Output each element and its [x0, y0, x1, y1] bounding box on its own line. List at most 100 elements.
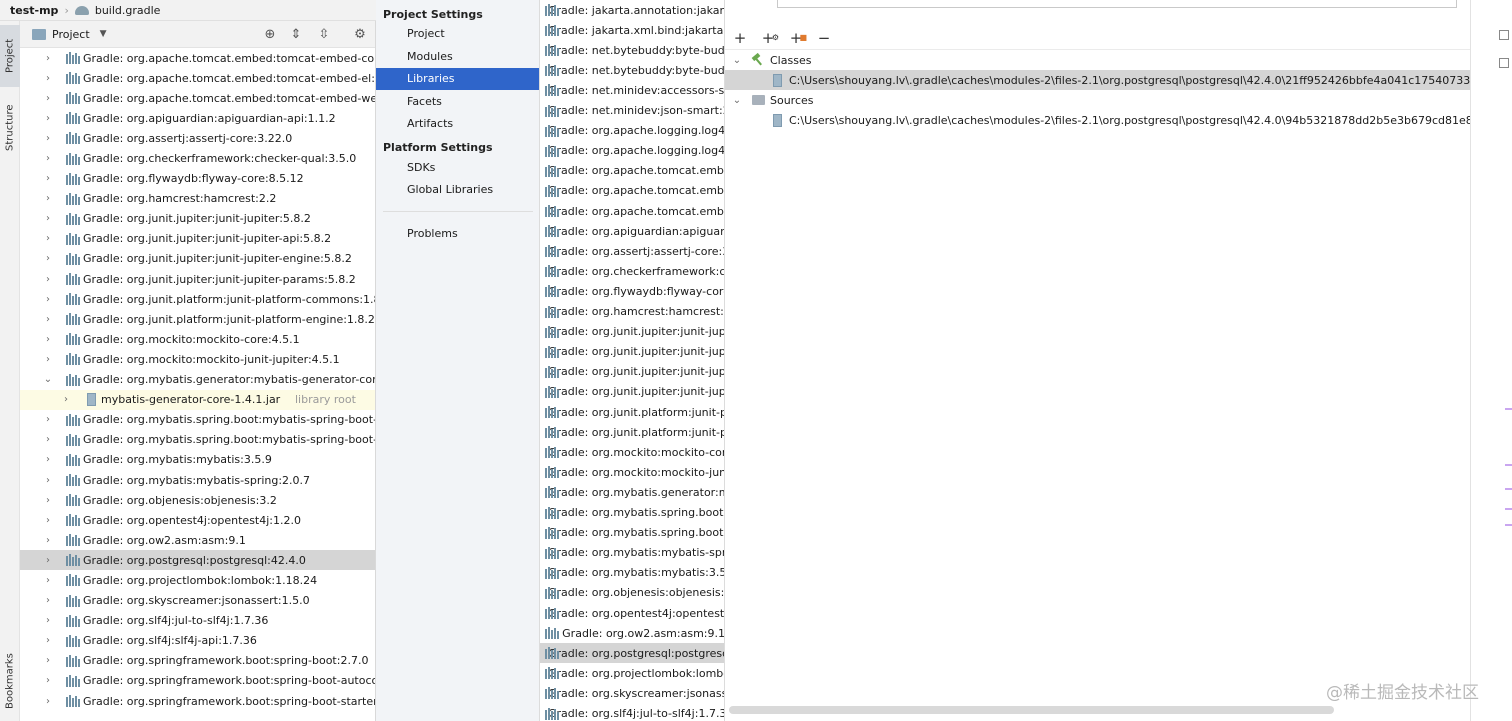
chevron-right-icon[interactable]: ›: [42, 334, 54, 345]
nav-sdks[interactable]: SDKs: [376, 157, 539, 179]
chevron-down-icon[interactable]: ⌄: [731, 95, 743, 106]
library-item[interactable]: Gradle: org.apache.tomcat.embed: [540, 161, 724, 181]
tree-row[interactable]: › Gradle: org.junit.jupiter:junit-jupiter…: [20, 269, 375, 289]
chevron-right-icon[interactable]: ›: [42, 595, 54, 606]
gear-icon[interactable]: ⚙: [352, 27, 368, 43]
chevron-right-icon[interactable]: ›: [42, 696, 54, 707]
chevron-down-icon[interactable]: ⌄: [42, 374, 54, 385]
tree-row[interactable]: › Gradle: org.opentest4j:opentest4j:1.2.0: [20, 510, 375, 530]
chevron-right-icon[interactable]: ›: [42, 515, 54, 526]
tree-row[interactable]: › Gradle: org.junit.jupiter:junit-jupiter…: [20, 209, 375, 229]
library-item[interactable]: Gradle: org.slf4j:jul-to-slf4j:1.7.36: [540, 704, 724, 721]
library-item[interactable]: Gradle: org.junit.jupiter:junit-jupit: [540, 342, 724, 362]
chevron-right-icon[interactable]: ›: [42, 233, 54, 244]
library-item[interactable]: Gradle: org.hamcrest:hamcrest:2.: [540, 302, 724, 322]
tree-row[interactable]: › Gradle: org.slf4j:jul-to-slf4j:1.7.36: [20, 611, 375, 631]
tree-row[interactable]: ⌄ Gradle: org.mybatis.generator:mybatis-g…: [20, 370, 375, 390]
square-icon[interactable]: [1499, 58, 1509, 68]
tree-row[interactable]: › Gradle: org.mybatis.spring.boot:mybatis…: [20, 410, 375, 430]
locate-icon[interactable]: ⊕: [262, 27, 278, 43]
classes-path-row[interactable]: C:\Users\shouyang.lv\.gradle\caches\modu…: [725, 70, 1512, 90]
chevron-right-icon[interactable]: ›: [42, 253, 54, 264]
library-item[interactable]: Gradle: org.mockito:mockito-core: [540, 442, 724, 462]
sources-path-row[interactable]: C:\Users\shouyang.lv\.gradle\caches\modu…: [725, 110, 1512, 130]
tree-row[interactable]: › Gradle: org.ow2.asm:asm:9.1: [20, 530, 375, 550]
tool-tab-structure[interactable]: Structure: [0, 97, 20, 159]
square-icon[interactable]: [1499, 30, 1509, 40]
tree-row[interactable]: › Gradle: org.projectlombok:lombok:1.18.2…: [20, 570, 375, 590]
library-item[interactable]: Gradle: org.junit.platform:junit-pl: [540, 402, 724, 422]
tree-row[interactable]: › Gradle: org.checkerframework:checker-qu…: [20, 148, 375, 168]
nav-facets[interactable]: Facets: [376, 91, 539, 113]
library-item[interactable]: Gradle: org.apache.logging.log4j:l: [540, 141, 724, 161]
library-item[interactable]: Gradle: org.apache.tomcat.embed: [540, 201, 724, 221]
library-item[interactable]: Gradle: org.objenesis:objenesis:3.: [540, 583, 724, 603]
tree-row[interactable]: › Gradle: org.postgresql:postgresql:42.4.…: [20, 550, 375, 571]
chevron-right-icon[interactable]: ›: [42, 675, 54, 686]
tree-row[interactable]: › Gradle: org.mockito:mockito-core:4.5.1: [20, 329, 375, 349]
chevron-right-icon[interactable]: ›: [42, 113, 54, 124]
chevron-right-icon[interactable]: ›: [42, 555, 54, 566]
tree-row[interactable]: › Gradle: org.junit.jupiter:junit-jupiter…: [20, 229, 375, 249]
chevron-right-icon[interactable]: ›: [42, 495, 54, 506]
project-view-selector[interactable]: Project: [52, 28, 90, 41]
library-item[interactable]: Gradle: org.mybatis:mybatis:3.5.9: [540, 563, 724, 583]
expand-all-icon[interactable]: ⇕: [288, 27, 304, 43]
library-item[interactable]: Gradle: org.flywaydb:flyway-core:: [540, 281, 724, 301]
library-item[interactable]: Gradle: jakarta.xml.bind:jakarta.xn: [540, 20, 724, 40]
chevron-right-icon[interactable]: ›: [42, 73, 54, 84]
library-item[interactable]: Gradle: org.mybatis.spring.boot:n: [540, 523, 724, 543]
tool-tab-project[interactable]: Project: [0, 25, 20, 87]
chevron-right-icon[interactable]: ›: [42, 274, 54, 285]
tool-tab-bookmarks[interactable]: Bookmarks: [0, 641, 20, 721]
library-item[interactable]: Gradle: org.projectlombok:lombo: [540, 663, 724, 683]
library-item[interactable]: Gradle: net.minidev:json-smart:2.: [540, 101, 724, 121]
classes-node[interactable]: ⌄ Classes: [725, 50, 1470, 70]
chevron-right-icon[interactable]: ›: [42, 575, 54, 586]
library-item[interactable]: Gradle: org.junit.jupiter:junit-jupit: [540, 322, 724, 342]
tree-row[interactable]: › Gradle: org.hamcrest:hamcrest:2.2: [20, 189, 375, 209]
tree-row[interactable]: › mybatis-generator-core-1.4.1.jar library…: [20, 389, 375, 410]
library-item[interactable]: Gradle: org.apache.logging.log4j:l: [540, 121, 724, 141]
nav-modules[interactable]: Modules: [376, 46, 539, 68]
library-item[interactable]: Gradle: org.opentest4j:opentest4: [540, 603, 724, 623]
nav-artifacts[interactable]: Artifacts: [376, 113, 539, 135]
tree-row[interactable]: › Gradle: org.mybatis:mybatis-spring:2.0.…: [20, 470, 375, 490]
chevron-down-icon[interactable]: ▼: [100, 29, 107, 39]
tree-row[interactable]: › Gradle: org.springframework.boot:spring…: [20, 691, 375, 711]
nav-libraries[interactable]: Libraries: [376, 68, 539, 90]
add-jar-icon[interactable]: + ⚙: [759, 29, 779, 47]
chevron-right-icon[interactable]: ›: [42, 635, 54, 646]
nav-global-libraries[interactable]: Global Libraries: [376, 179, 539, 201]
tree-row[interactable]: › Gradle: org.junit.jupiter:junit-jupiter…: [20, 249, 375, 269]
chevron-right-icon[interactable]: ›: [42, 193, 54, 204]
tree-row[interactable]: › Gradle: org.springframework.boot:spring…: [20, 671, 375, 691]
chevron-right-icon[interactable]: ›: [42, 535, 54, 546]
tree-row[interactable]: › Gradle: org.apache.tomcat.embed:tomcat-…: [20, 88, 375, 108]
chevron-right-icon[interactable]: ›: [42, 53, 54, 64]
breadcrumb-file[interactable]: build.gradle: [95, 4, 161, 17]
library-item[interactable]: Gradle: org.junit.jupiter:junit-jupit: [540, 382, 724, 402]
tree-row[interactable]: › Gradle: org.mybatis.spring.boot:mybatis…: [20, 430, 375, 450]
chevron-right-icon[interactable]: ›: [42, 434, 54, 445]
chevron-right-icon[interactable]: ›: [60, 394, 72, 405]
chevron-right-icon[interactable]: ›: [42, 314, 54, 325]
chevron-right-icon[interactable]: ›: [42, 294, 54, 305]
library-item[interactable]: Gradle: org.ow2.asm:asm:9.1: [540, 623, 724, 643]
library-item[interactable]: Gradle: org.mybatis:mybatis-sprin: [540, 543, 724, 563]
chevron-right-icon[interactable]: ›: [42, 615, 54, 626]
tree-row[interactable]: › Gradle: org.flywaydb:flyway-core:8.5.12: [20, 169, 375, 189]
library-item[interactable]: Gradle: net.bytebuddy:byte-budd: [540, 60, 724, 80]
chevron-right-icon[interactable]: ›: [42, 133, 54, 144]
tree-row[interactable]: › Gradle: org.slf4j:slf4j-api:1.7.36: [20, 631, 375, 651]
tree-row[interactable]: › Gradle: org.skyscreamer:jsonassert:1.5.…: [20, 591, 375, 611]
chevron-right-icon[interactable]: ›: [42, 475, 54, 486]
library-item[interactable]: Gradle: net.bytebuddy:byte-budd: [540, 40, 724, 60]
library-item[interactable]: Gradle: org.skyscreamer:jsonasse: [540, 683, 724, 703]
tree-row[interactable]: › Gradle: org.assertj:assertj-core:3.22.0: [20, 128, 375, 148]
library-item[interactable]: Gradle: org.postgresql:postgresql: [540, 643, 724, 664]
collapse-all-icon[interactable]: ⇳: [316, 27, 332, 43]
library-item[interactable]: Gradle: org.junit.jupiter:junit-jupit: [540, 362, 724, 382]
tree-row[interactable]: › Gradle: org.mockito:mockito-junit-jupit…: [20, 349, 375, 369]
chevron-right-icon[interactable]: ›: [42, 454, 54, 465]
